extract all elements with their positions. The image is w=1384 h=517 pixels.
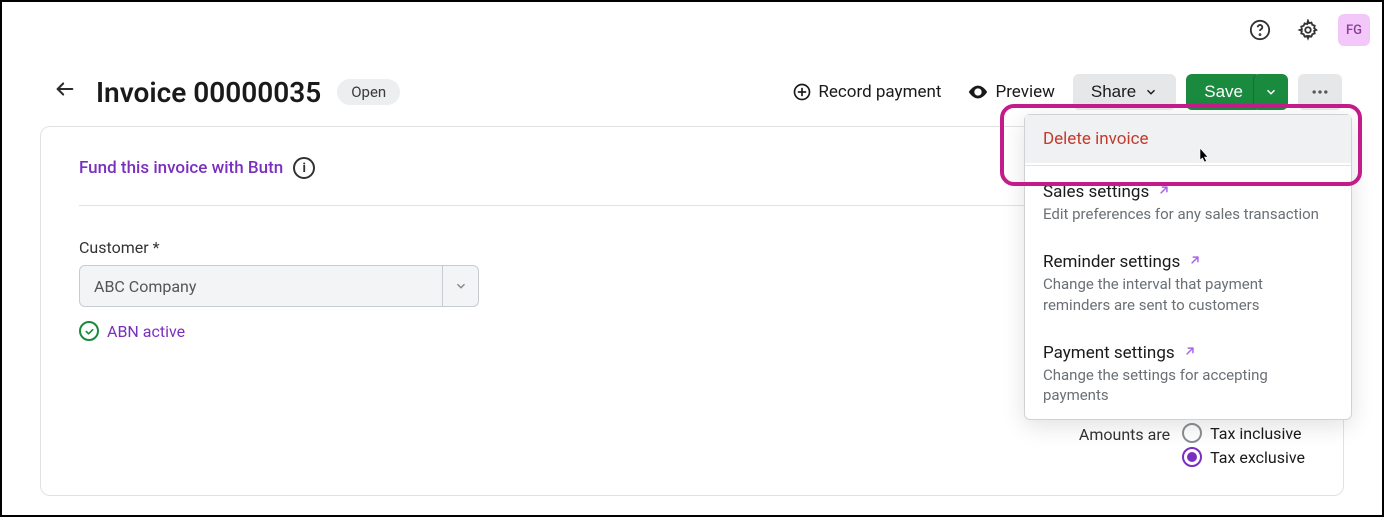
radio-icon	[1182, 423, 1202, 443]
help-icon[interactable]	[1242, 12, 1278, 48]
menu-item-desc: Change the interval that payment reminde…	[1043, 274, 1333, 315]
customer-label: Customer *	[79, 238, 479, 257]
fund-invoice-link[interactable]: Fund this invoice with Butn i	[79, 157, 315, 179]
menu-item-desc: Change the settings for accepting paymen…	[1043, 365, 1333, 406]
status-badge: Open	[337, 79, 400, 105]
save-dropdown-button[interactable]	[1253, 74, 1288, 110]
share-button[interactable]: Share	[1073, 74, 1176, 110]
share-label: Share	[1091, 82, 1136, 102]
menu-item-label: Delete invoice	[1043, 129, 1333, 149]
external-link-icon	[1188, 253, 1202, 271]
menu-item-desc: Edit preferences for any sales transacti…	[1043, 204, 1333, 224]
customer-select[interactable]: ABC Company	[79, 265, 479, 307]
fund-invoice-label: Fund this invoice with Butn	[79, 158, 283, 178]
more-actions-button[interactable]	[1298, 74, 1342, 110]
menu-item-label: Reminder settings	[1043, 252, 1333, 272]
gear-icon[interactable]	[1290, 12, 1326, 48]
external-link-icon	[1157, 183, 1171, 201]
external-link-icon	[1183, 344, 1197, 362]
avatar[interactable]: FG	[1338, 14, 1370, 46]
menu-item-payment-settings[interactable]: Payment settings Change the settings for…	[1025, 329, 1351, 420]
customer-value: ABC Company	[80, 277, 442, 296]
menu-item-label: Payment settings	[1043, 343, 1333, 363]
dots-icon	[1310, 82, 1330, 102]
amounts-are-label: Amounts are	[1079, 423, 1170, 444]
preview-button[interactable]: Preview	[959, 75, 1062, 109]
more-actions-menu: Delete invoice Sales settings Edit prefe…	[1024, 114, 1352, 420]
record-payment-label: Record payment	[818, 82, 941, 102]
back-arrow-icon[interactable]	[50, 74, 80, 110]
radio-tax-inclusive[interactable]: Tax inclusive	[1182, 423, 1301, 443]
record-payment-button[interactable]: Record payment	[784, 76, 949, 108]
page-title: Invoice 00000035	[96, 76, 321, 109]
save-button[interactable]: Save	[1186, 74, 1261, 110]
menu-item-reminder-settings[interactable]: Reminder settings Change the interval th…	[1025, 238, 1351, 329]
radio-tax-exclusive[interactable]: Tax exclusive	[1182, 447, 1305, 467]
radio-label: Tax inclusive	[1210, 424, 1301, 443]
menu-item-sales-settings[interactable]: Sales settings Edit preferences for any …	[1025, 168, 1351, 238]
info-icon[interactable]: i	[293, 157, 315, 179]
preview-label: Preview	[995, 82, 1054, 102]
chevron-down-icon	[442, 266, 478, 306]
abn-status-link[interactable]: ABN active	[79, 321, 479, 341]
radio-label: Tax exclusive	[1210, 448, 1305, 467]
divider	[1025, 165, 1351, 166]
chevron-down-icon	[1264, 85, 1278, 99]
menu-item-label: Sales settings	[1043, 182, 1333, 202]
menu-item-delete-invoice[interactable]: Delete invoice	[1025, 115, 1351, 163]
abn-status-label: ABN active	[107, 322, 185, 341]
check-circle-icon	[79, 321, 99, 341]
radio-icon	[1182, 447, 1202, 467]
chevron-down-icon	[1144, 85, 1158, 99]
